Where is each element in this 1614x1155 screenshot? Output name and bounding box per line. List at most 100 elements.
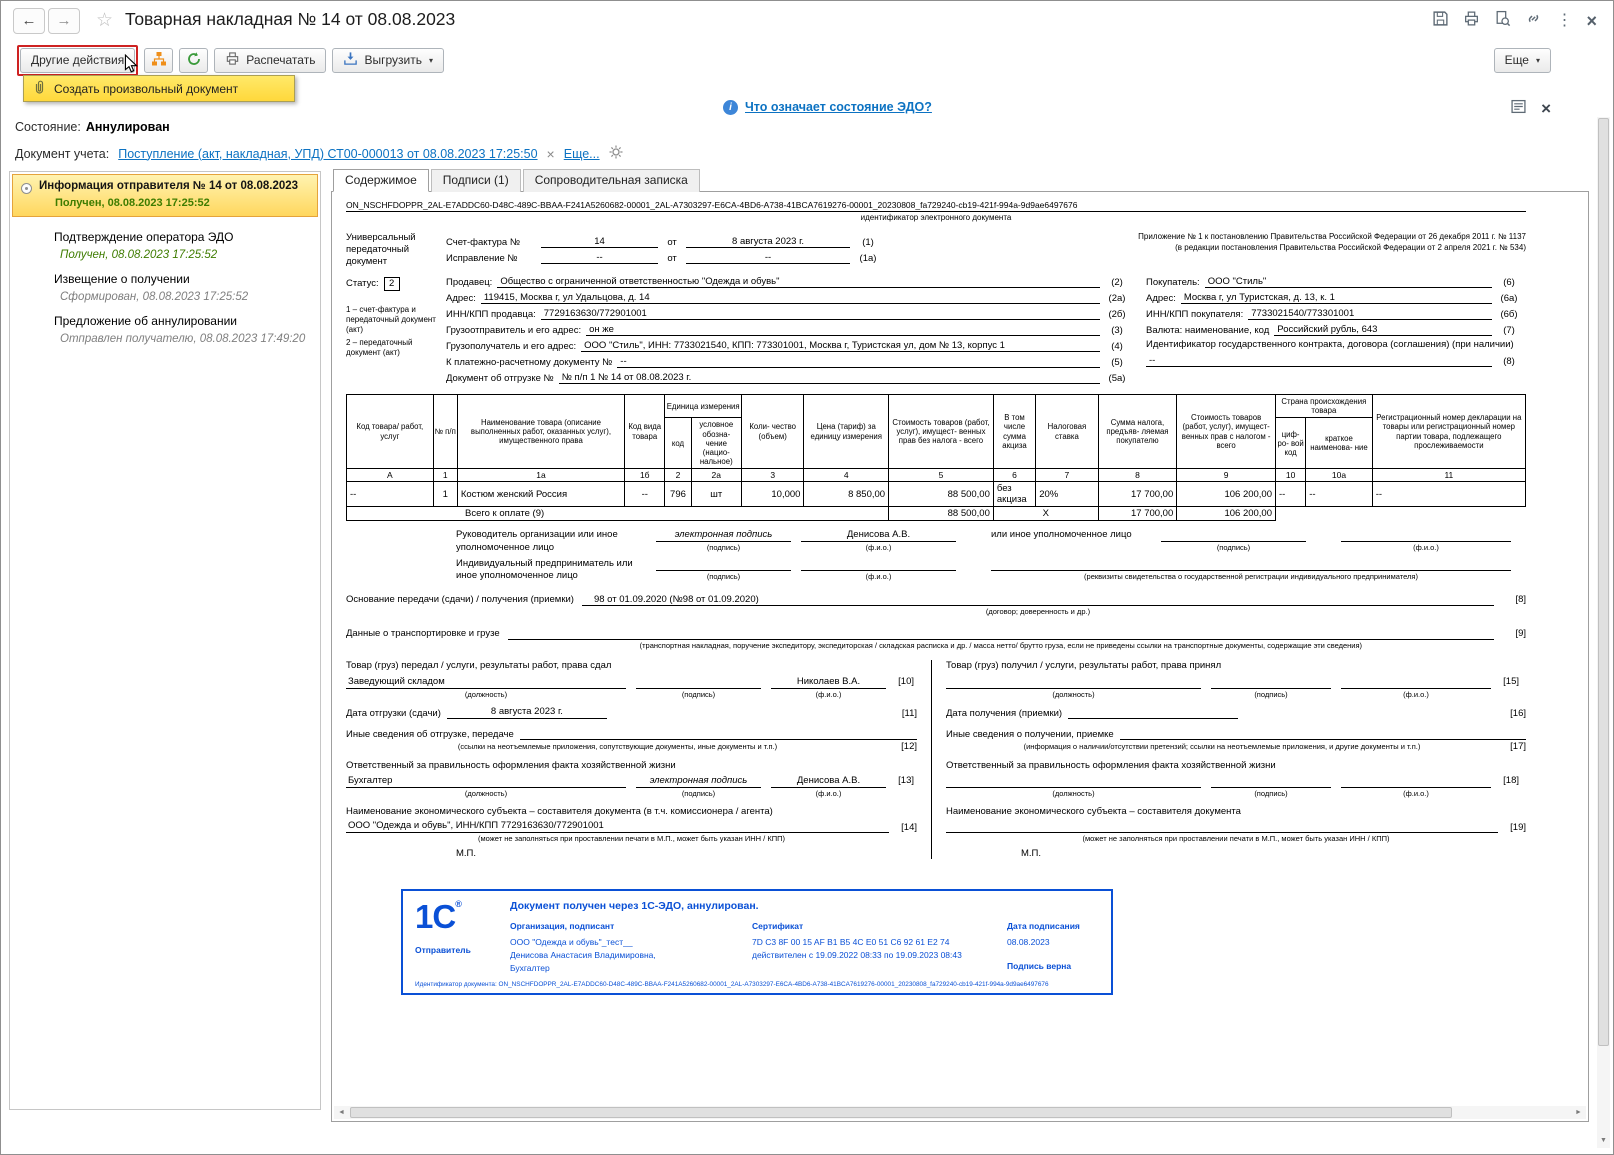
item-cell: 796 bbox=[664, 481, 692, 508]
sidebar-item-operator-confirmation[interactable]: Подтверждение оператора ЭДО Получен, 08.… bbox=[10, 219, 320, 261]
item-cell: -- bbox=[1274, 481, 1307, 508]
export-button[interactable]: Выгрузить ▾ bbox=[332, 47, 444, 73]
back-button[interactable]: ← bbox=[13, 8, 45, 34]
other-actions-button[interactable]: Другие действия bbox=[20, 47, 136, 73]
h-scroll-left-button[interactable]: ◄ bbox=[334, 1109, 349, 1116]
preview-icon[interactable] bbox=[1494, 10, 1511, 32]
field-mark: [13] bbox=[898, 775, 914, 787]
field-mark: (5а) bbox=[1108, 373, 1126, 384]
upd-title: Универсальный передаточный документ bbox=[346, 232, 416, 267]
field-caption: (ссылки на неотъемлемые приложения, сопу… bbox=[457, 742, 778, 752]
link-icon[interactable] bbox=[1525, 10, 1542, 32]
sidebar-item-sender-info[interactable]: Информация отправителя № 14 от 08.08.202… bbox=[12, 174, 318, 217]
panel-list-icon[interactable] bbox=[1511, 99, 1526, 119]
col-letter: 3 bbox=[740, 468, 805, 483]
item-cell: -- bbox=[624, 481, 666, 508]
signature-caption: (подпись) bbox=[706, 571, 741, 581]
col-letter: 11 bbox=[1371, 468, 1527, 483]
form-field-row: К платежно-расчетному документу № -- (5) bbox=[446, 355, 1134, 368]
doc-identifier-caption: идентификатор электронного документа bbox=[860, 213, 1012, 222]
tab-content[interactable]: Содержимое bbox=[333, 169, 429, 192]
state-value: Аннулирован bbox=[85, 120, 170, 134]
field-mark: [14] bbox=[901, 821, 917, 833]
save-icon[interactable] bbox=[1432, 10, 1449, 32]
col-letter: А bbox=[346, 468, 434, 483]
refresh-button[interactable] bbox=[179, 47, 209, 73]
more-menu-icon[interactable]: ⋮ bbox=[1556, 12, 1572, 30]
field-value bbox=[519, 728, 917, 741]
vertical-scrollbar[interactable]: ▼ bbox=[1597, 117, 1610, 1148]
field-mark: [12] bbox=[901, 741, 917, 753]
field-value: Москва г, ул Туристская, д. 13, к. 1 bbox=[1180, 292, 1492, 304]
field-label: Грузополучатель и его адрес: bbox=[446, 341, 577, 352]
signer-name bbox=[1341, 775, 1491, 788]
field-label: Грузоотправитель и его адрес: bbox=[446, 325, 582, 336]
horizontal-scrollbar[interactable]: ◄ ► bbox=[334, 1106, 1586, 1119]
entrepreneur-signature-row: Индивидуальный предприниматель или иное … bbox=[346, 558, 1526, 583]
menu-item-create-document[interactable]: Создать произвольный документ bbox=[24, 76, 294, 101]
favorite-star-icon[interactable]: ☆ bbox=[96, 9, 113, 32]
col-letter: 1 bbox=[432, 468, 458, 483]
head-signature-row: Руководитель организации или иное уполно… bbox=[346, 529, 1526, 554]
v-scroll-thumb[interactable] bbox=[1598, 118, 1609, 1046]
printer-icon bbox=[225, 51, 240, 69]
form-field-row: -- (8) bbox=[1146, 354, 1526, 368]
export-icon bbox=[343, 51, 358, 69]
signature-value bbox=[1161, 529, 1306, 542]
panel-close-icon[interactable]: × bbox=[1541, 100, 1551, 117]
signer-role-label: Индивидуальный предприниматель или иное … bbox=[456, 558, 633, 582]
export-label: Выгрузить bbox=[364, 53, 422, 67]
accounting-more-link[interactable]: Еще... bbox=[564, 147, 600, 161]
field-mark: (6б) bbox=[1500, 309, 1518, 320]
window-close-icon[interactable]: × bbox=[1586, 12, 1597, 30]
from-label: от bbox=[667, 253, 677, 264]
signer-name bbox=[801, 558, 956, 571]
item-cell: 10,000 bbox=[740, 481, 805, 508]
field-value: он же bbox=[586, 324, 1100, 336]
field-mark: (7) bbox=[1503, 325, 1515, 336]
accounting-doc-link[interactable]: Поступление (акт, накладная, УПД) СТ00-0… bbox=[118, 147, 537, 161]
caret-down-icon: ▾ bbox=[428, 55, 433, 65]
field-label: Данные о транспортировке и грузе bbox=[346, 627, 500, 639]
subject-value bbox=[946, 820, 1498, 833]
field-label: Валюта: наименование, код bbox=[1146, 325, 1270, 336]
tab-signatures[interactable]: Подписи (1) bbox=[430, 169, 521, 192]
col-letter: 2 bbox=[664, 468, 692, 483]
form-field-row: Покупатель: ООО "Стиль" (6) bbox=[1146, 275, 1526, 288]
edo-state-help-link[interactable]: Что означает состояние ЭДО? bbox=[745, 100, 932, 114]
field-value: Российский рубль, 643 bbox=[1274, 324, 1492, 336]
buyer-fields: Покупатель: ООО "Стиль" (6) Адрес: Москва г… bbox=[1134, 272, 1526, 384]
field-mark: [16] bbox=[1510, 707, 1526, 719]
signer-name: Денисова А.В. bbox=[771, 775, 886, 788]
edo-exchange-button[interactable] bbox=[144, 47, 174, 73]
clear-accounting-doc-icon[interactable]: × bbox=[547, 146, 555, 162]
appendix-line: Приложение № 1 к постановлению Правитель… bbox=[1138, 232, 1526, 241]
col-letter: 1а bbox=[456, 468, 626, 483]
signature-caption: (ф.и.о.) bbox=[1413, 542, 1439, 552]
form-field-row: Адрес: Москва г, ул Туристская, д. 13, к.… bbox=[1146, 291, 1526, 304]
settings-gear-icon[interactable] bbox=[609, 145, 623, 162]
forward-button[interactable]: → bbox=[48, 8, 80, 34]
field-mark: (5) bbox=[1111, 357, 1123, 368]
stage-status-icon bbox=[21, 183, 32, 194]
h-scroll-thumb[interactable] bbox=[350, 1107, 1452, 1118]
document-view-panel: ON_NSCHFDOPPR_2AL-E7ADDC60-D48C-489C-BBA… bbox=[331, 191, 1589, 1122]
sidebar-item-annulment-offer[interactable]: Предложение об аннулировании Отправлен п… bbox=[10, 303, 320, 345]
sidebar-item-receipt-notice[interactable]: Извещение о получении Сформирован, 08.08… bbox=[10, 261, 320, 303]
item-cell: 88 500,00 bbox=[888, 481, 994, 508]
from-label: от bbox=[667, 237, 677, 248]
org-role: Бухгалтер bbox=[510, 962, 550, 973]
more-actions-button[interactable]: Еще ▾ bbox=[1493, 47, 1551, 73]
signature-value bbox=[656, 558, 791, 571]
h-scroll-right-button[interactable]: ► bbox=[1571, 1109, 1586, 1116]
handover-block: Товар (груз) передал / услуги, результат… bbox=[346, 660, 1526, 860]
col-header: Стоимость товаров (работ, услуг), имущес… bbox=[1176, 393, 1276, 470]
tab-cover-note[interactable]: Сопроводительная записка bbox=[522, 169, 700, 192]
form-field-row: ИНН/КПП продавца: 7729163630/772901001 (2б… bbox=[446, 307, 1134, 320]
registered-mark: ® bbox=[455, 899, 462, 910]
v-scroll-down-button[interactable]: ▼ bbox=[1597, 1134, 1610, 1148]
print-icon[interactable] bbox=[1463, 10, 1480, 32]
totals-label: Всего к оплате (9) bbox=[345, 506, 890, 522]
handover-left-column: Товар (груз) передал / услуги, результат… bbox=[346, 660, 932, 860]
print-document-button[interactable]: Распечатать bbox=[214, 47, 327, 73]
